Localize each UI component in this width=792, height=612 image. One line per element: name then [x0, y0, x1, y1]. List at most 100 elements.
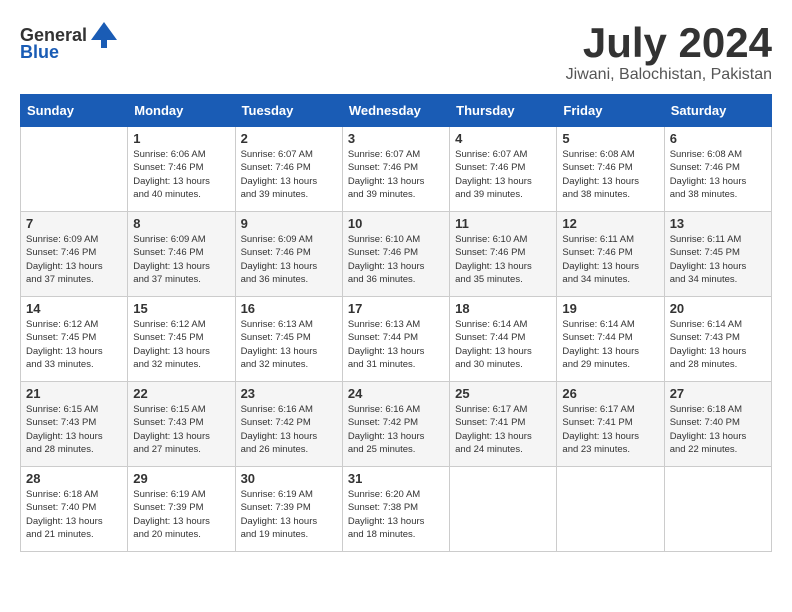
- calendar-cell: 19 Sunrise: 6:14 AM Sunset: 7:44 PM Dayli…: [557, 297, 664, 382]
- calendar-cell: 24 Sunrise: 6:16 AM Sunset: 7:42 PM Dayli…: [342, 382, 449, 467]
- day-number: 26: [562, 386, 658, 401]
- day-number: 1: [133, 131, 229, 146]
- calendar-cell: 27 Sunrise: 6:18 AM Sunset: 7:40 PM Dayli…: [664, 382, 771, 467]
- day-info: Sunrise: 6:16 AM Sunset: 7:42 PM Dayligh…: [348, 403, 444, 456]
- day-info: Sunrise: 6:08 AM Sunset: 7:46 PM Dayligh…: [670, 148, 766, 201]
- location-subtitle: Jiwani, Balochistan, Pakistan: [566, 66, 772, 84]
- calendar-cell: 20Sunrise: 6:14 AM Sunset: 7:43 PM Dayli…: [664, 297, 771, 382]
- day-info: Sunrise: 6:15 AM Sunset: 7:43 PM Dayligh…: [26, 403, 122, 456]
- day-number: 13: [670, 216, 766, 231]
- calendar-cell: 7 Sunrise: 6:09 AM Sunset: 7:46 PM Daylig…: [21, 212, 128, 297]
- day-info: Sunrise: 6:09 AM Sunset: 7:46 PM Dayligh…: [241, 233, 337, 286]
- calendar-cell: 13 Sunrise: 6:11 AM Sunset: 7:45 PM Dayli…: [664, 212, 771, 297]
- day-info: Sunrise: 6:19 AM Sunset: 7:39 PM Dayligh…: [241, 488, 337, 541]
- day-number: 8: [133, 216, 229, 231]
- day-number: 25: [455, 386, 551, 401]
- day-number: 15: [133, 301, 229, 316]
- day-number: 11: [455, 216, 551, 231]
- calendar-cell: 14 Sunrise: 6:12 AM Sunset: 7:45 PM Dayli…: [21, 297, 128, 382]
- day-info: Sunrise: 6:08 AM Sunset: 7:46 PM Dayligh…: [562, 148, 658, 201]
- day-info: Sunrise: 6:16 AM Sunset: 7:42 PM Dayligh…: [241, 403, 337, 456]
- calendar-cell: 10 Sunrise: 6:10 AM Sunset: 7:46 PM Dayli…: [342, 212, 449, 297]
- calendar-cell: 8 Sunrise: 6:09 AM Sunset: 7:46 PM Daylig…: [128, 212, 235, 297]
- day-info: Sunrise: 6:11 AM Sunset: 7:45 PM Dayligh…: [670, 233, 766, 286]
- day-number: 28: [26, 471, 122, 486]
- day-number: 29: [133, 471, 229, 486]
- day-info: Sunrise: 6:09 AM Sunset: 7:46 PM Dayligh…: [26, 233, 122, 286]
- day-info: Sunrise: 6:09 AM Sunset: 7:46 PM Dayligh…: [133, 233, 229, 286]
- day-info: Sunrise: 6:12 AM Sunset: 7:45 PM Dayligh…: [26, 318, 122, 371]
- calendar-cell: 17Sunrise: 6:13 AM Sunset: 7:44 PM Dayli…: [342, 297, 449, 382]
- calendar-cell: [557, 467, 664, 552]
- day-info: Sunrise: 6:12 AM Sunset: 7:45 PM Dayligh…: [133, 318, 229, 371]
- calendar-week-4: 21 Sunrise: 6:15 AM Sunset: 7:43 PM Dayli…: [21, 382, 772, 467]
- calendar-cell: 4 Sunrise: 6:07 AM Sunset: 7:46 PM Daylig…: [450, 127, 557, 212]
- day-info: Sunrise: 6:07 AM Sunset: 7:46 PM Dayligh…: [455, 148, 551, 201]
- day-number: 4: [455, 131, 551, 146]
- day-info: Sunrise: 6:07 AM Sunset: 7:46 PM Dayligh…: [348, 148, 444, 201]
- day-number: 30: [241, 471, 337, 486]
- day-number: 31: [348, 471, 444, 486]
- day-info: Sunrise: 6:18 AM Sunset: 7:40 PM Dayligh…: [670, 403, 766, 456]
- day-info: Sunrise: 6:14 AM Sunset: 7:43 PM Dayligh…: [670, 318, 766, 371]
- day-info: Sunrise: 6:15 AM Sunset: 7:43 PM Dayligh…: [133, 403, 229, 456]
- day-info: Sunrise: 6:10 AM Sunset: 7:46 PM Dayligh…: [348, 233, 444, 286]
- day-number: 3: [348, 131, 444, 146]
- day-info: Sunrise: 6:17 AM Sunset: 7:41 PM Dayligh…: [562, 403, 658, 456]
- day-number: 7: [26, 216, 122, 231]
- calendar-week-2: 7 Sunrise: 6:09 AM Sunset: 7:46 PM Daylig…: [21, 212, 772, 297]
- day-info: Sunrise: 6:14 AM Sunset: 7:44 PM Dayligh…: [562, 318, 658, 371]
- calendar-table: SundayMondayTuesdayWednesdayThursdayFrid…: [20, 94, 772, 552]
- calendar-cell: [450, 467, 557, 552]
- day-info: Sunrise: 6:19 AM Sunset: 7:39 PM Dayligh…: [133, 488, 229, 541]
- day-info: Sunrise: 6:14 AM Sunset: 7:44 PM Dayligh…: [455, 318, 551, 371]
- day-number: 9: [241, 216, 337, 231]
- calendar-cell: 6 Sunrise: 6:08 AM Sunset: 7:46 PM Daylig…: [664, 127, 771, 212]
- day-number: 22: [133, 386, 229, 401]
- day-number: 23: [241, 386, 337, 401]
- calendar-week-1: 1 Sunrise: 6:06 AM Sunset: 7:46 PM Daylig…: [21, 127, 772, 212]
- header-monday: Monday: [128, 95, 235, 127]
- calendar-cell: 28 Sunrise: 6:18 AM Sunset: 7:40 PM Dayli…: [21, 467, 128, 552]
- page-header: General Blue July 2024 Jiwani, Balochist…: [20, 20, 772, 84]
- day-number: 21: [26, 386, 122, 401]
- day-info: Sunrise: 6:10 AM Sunset: 7:46 PM Dayligh…: [455, 233, 551, 286]
- calendar-cell: 21 Sunrise: 6:15 AM Sunset: 7:43 PM Dayli…: [21, 382, 128, 467]
- day-number: 24: [348, 386, 444, 401]
- header-wednesday: Wednesday: [342, 95, 449, 127]
- day-number: 6: [670, 131, 766, 146]
- day-number: 14: [26, 301, 122, 316]
- day-info: Sunrise: 6:17 AM Sunset: 7:41 PM Dayligh…: [455, 403, 551, 456]
- calendar-week-5: 28 Sunrise: 6:18 AM Sunset: 7:40 PM Dayli…: [21, 467, 772, 552]
- logo-blue: Blue: [20, 42, 59, 63]
- calendar-cell: 18Sunrise: 6:14 AM Sunset: 7:44 PM Dayli…: [450, 297, 557, 382]
- day-number: 12: [562, 216, 658, 231]
- calendar-cell: [664, 467, 771, 552]
- calendar-cell: 3 Sunrise: 6:07 AM Sunset: 7:46 PM Daylig…: [342, 127, 449, 212]
- calendar-cell: 25 Sunrise: 6:17 AM Sunset: 7:41 PM Dayli…: [450, 382, 557, 467]
- header-tuesday: Tuesday: [235, 95, 342, 127]
- header-friday: Friday: [557, 95, 664, 127]
- header-thursday: Thursday: [450, 95, 557, 127]
- calendar-cell: 23 Sunrise: 6:16 AM Sunset: 7:42 PM Dayli…: [235, 382, 342, 467]
- calendar-cell: 15 Sunrise: 6:12 AM Sunset: 7:45 PM Dayli…: [128, 297, 235, 382]
- calendar-cell: 30 Sunrise: 6:19 AM Sunset: 7:39 PM Dayli…: [235, 467, 342, 552]
- day-number: 2: [241, 131, 337, 146]
- day-number: 19: [562, 301, 658, 316]
- calendar-cell: 29 Sunrise: 6:19 AM Sunset: 7:39 PM Dayli…: [128, 467, 235, 552]
- day-info: Sunrise: 6:20 AM Sunset: 7:38 PM Dayligh…: [348, 488, 444, 541]
- logo: General Blue: [20, 20, 119, 63]
- calendar-cell: 31 Sunrise: 6:20 AM Sunset: 7:38 PM Dayli…: [342, 467, 449, 552]
- calendar-cell: 9 Sunrise: 6:09 AM Sunset: 7:46 PM Daylig…: [235, 212, 342, 297]
- day-number: 16: [241, 301, 337, 316]
- logo-icon: [89, 20, 119, 50]
- calendar-cell: 12Sunrise: 6:11 AM Sunset: 7:46 PM Dayli…: [557, 212, 664, 297]
- day-number: 27: [670, 386, 766, 401]
- header-sunday: Sunday: [21, 95, 128, 127]
- calendar-cell: 1 Sunrise: 6:06 AM Sunset: 7:46 PM Daylig…: [128, 127, 235, 212]
- calendar-cell: 22 Sunrise: 6:15 AM Sunset: 7:43 PM Dayli…: [128, 382, 235, 467]
- day-info: Sunrise: 6:18 AM Sunset: 7:40 PM Dayligh…: [26, 488, 122, 541]
- day-info: Sunrise: 6:06 AM Sunset: 7:46 PM Dayligh…: [133, 148, 229, 201]
- day-number: 10: [348, 216, 444, 231]
- calendar-cell: 11 Sunrise: 6:10 AM Sunset: 7:46 PM Dayli…: [450, 212, 557, 297]
